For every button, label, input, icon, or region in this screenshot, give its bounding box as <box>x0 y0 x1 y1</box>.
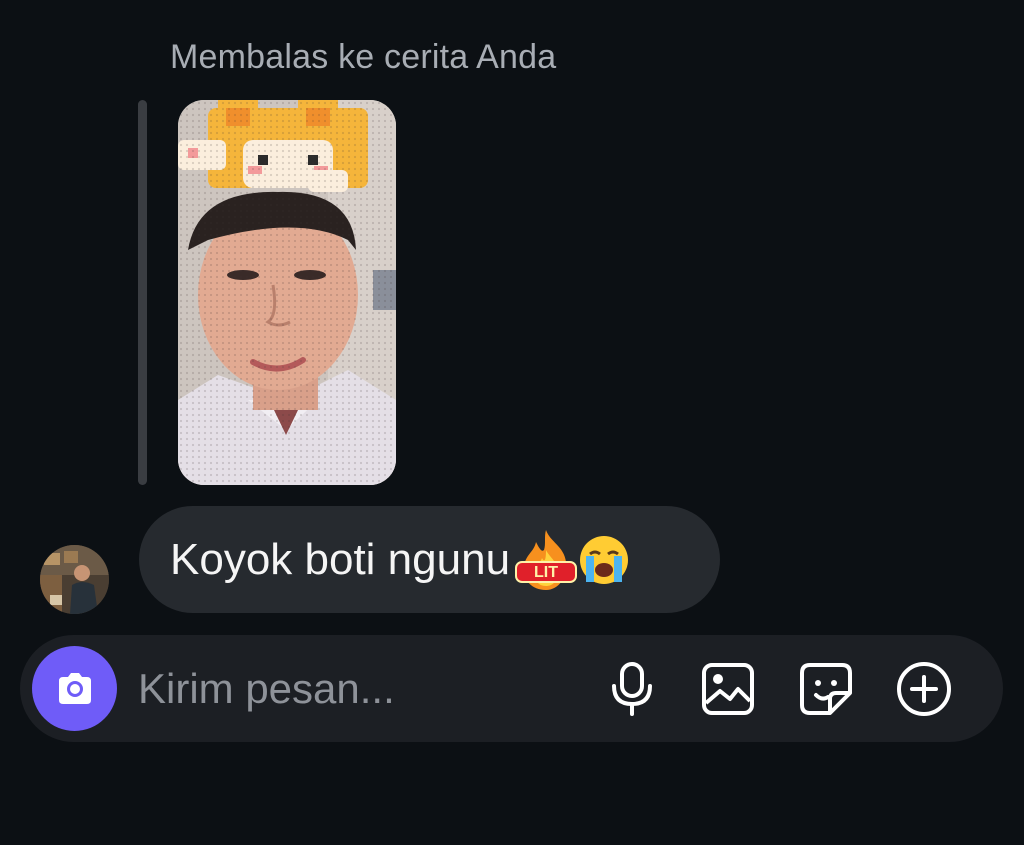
reply-caption: Membalas ke cerita Anda <box>170 38 557 76</box>
message-text: Koyok boti ngunu <box>170 534 511 584</box>
message-composer <box>20 635 1003 742</box>
gallery-button[interactable] <box>698 659 758 719</box>
more-options-button[interactable] <box>894 659 954 719</box>
sender-avatar[interactable] <box>40 545 109 614</box>
microphone-icon <box>612 662 652 716</box>
story-photo-icon <box>178 100 396 485</box>
sticker-icon <box>800 663 852 715</box>
message-bubble[interactable]: Koyok boti ngunu LIT <box>139 506 720 613</box>
image-icon <box>702 663 754 715</box>
microphone-button[interactable] <box>602 659 662 719</box>
reply-indicator-line <box>138 100 147 485</box>
camera-icon <box>58 672 91 704</box>
avatar-photo-icon <box>40 545 109 614</box>
sticker-button[interactable] <box>796 659 856 719</box>
dm-thread: Membalas ke cerita Anda Koyok boti ngunu… <box>0 0 1024 845</box>
lit-fire-icon: LIT <box>514 528 578 592</box>
lit-label: LIT <box>534 564 558 581</box>
plus-circle-icon <box>897 662 951 716</box>
story-thumbnail[interactable] <box>178 100 396 485</box>
loudly-crying-face-icon <box>578 534 630 586</box>
camera-button[interactable] <box>32 646 117 731</box>
message-input[interactable] <box>138 661 578 717</box>
